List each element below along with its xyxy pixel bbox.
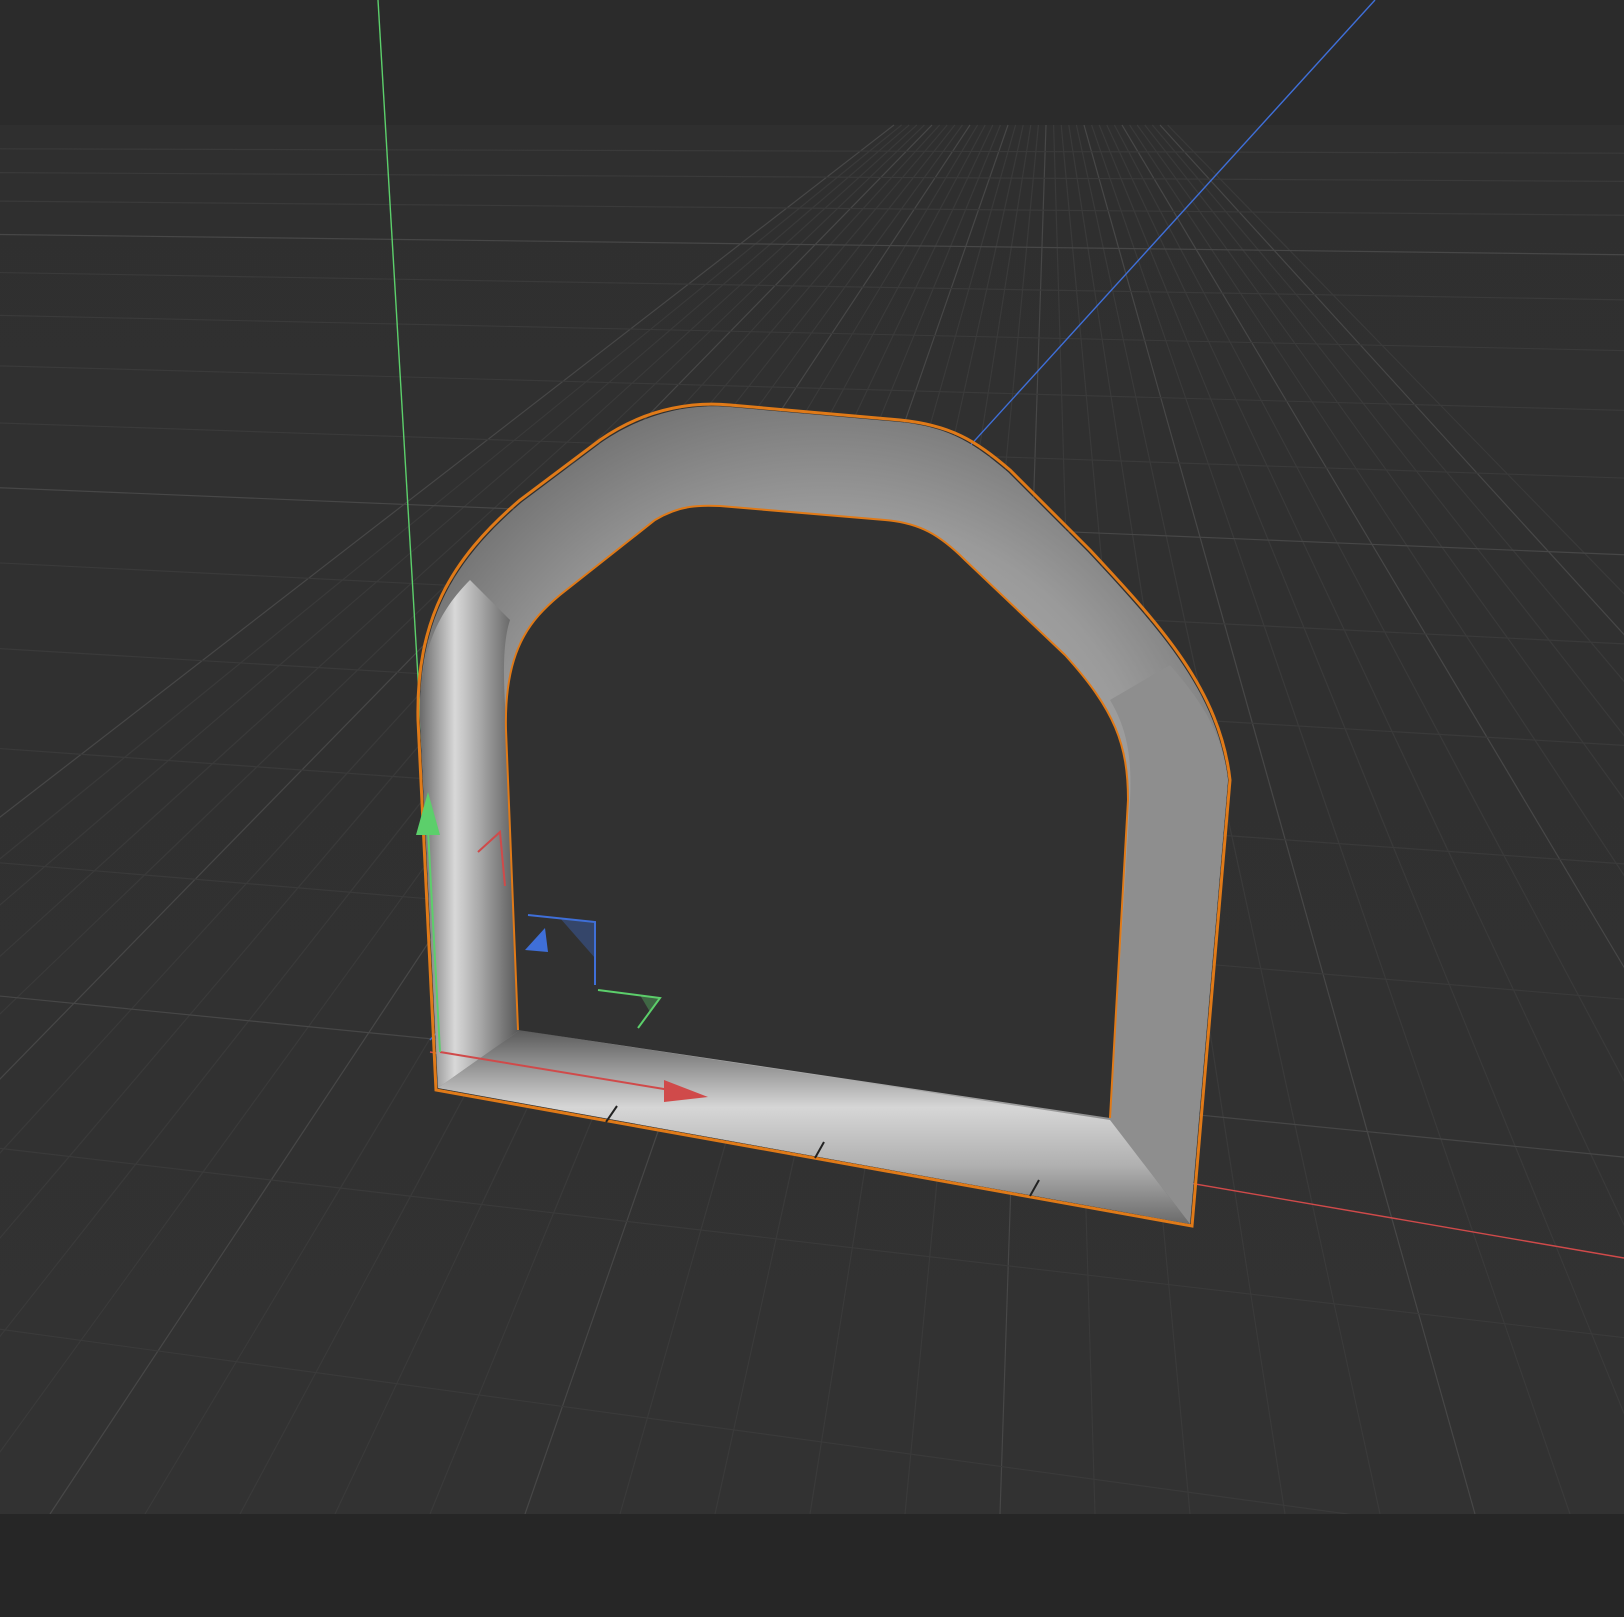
3d-viewport[interactable]	[0, 0, 1624, 1617]
viewport-bottom-bar	[0, 1514, 1624, 1617]
horizon-band	[0, 0, 1624, 125]
viewport-canvas[interactable]	[0, 0, 1624, 1617]
